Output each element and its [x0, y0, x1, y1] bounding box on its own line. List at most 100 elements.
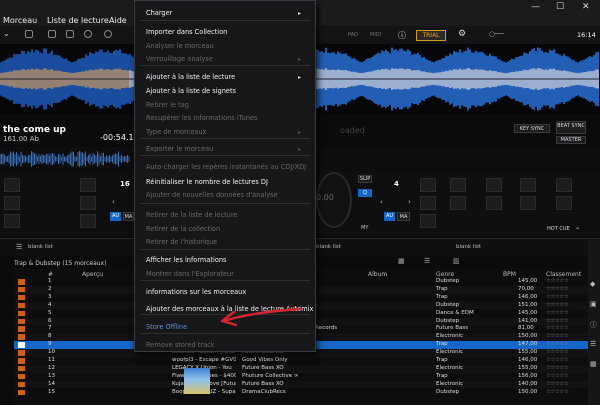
list-view-icon[interactable]: ☰ [424, 257, 430, 265]
pad-button[interactable] [486, 178, 502, 192]
col-album[interactable]: Album [368, 271, 387, 278]
tab-blank-list-3[interactable]: blank list [456, 244, 481, 250]
deck-button-icon[interactable] [66, 30, 74, 38]
pad-button[interactable] [556, 196, 572, 210]
col-genre[interactable]: Genre [436, 271, 454, 278]
info-icon[interactable]: ⓘ [398, 30, 406, 41]
track-type-icon [18, 342, 25, 348]
track-genre: Electronic [436, 364, 464, 371]
pad-button[interactable] [420, 214, 436, 228]
pad-button[interactable] [420, 196, 436, 210]
menu-separator [140, 249, 310, 250]
beat-sync-button[interactable]: BEAT SYNC [556, 121, 586, 134]
col-preview[interactable]: Aperçu [82, 271, 103, 278]
pad-button[interactable] [4, 214, 20, 228]
info-panel-icon[interactable]: ⓘ [590, 320, 597, 330]
chevron-down-icon[interactable]: ⌄ [3, 29, 10, 38]
chevron-right-icon[interactable]: › [408, 198, 411, 206]
menu-item[interactable]: Charger [146, 9, 172, 17]
maximize-button[interactable]: ☐ [556, 2, 564, 12]
pad-button[interactable] [556, 178, 572, 192]
close-button[interactable]: ✕ [582, 2, 590, 12]
menu-item: Type de morceaux [146, 128, 207, 136]
tab-blank-list-1[interactable]: blank list [28, 244, 53, 250]
menu-aide[interactable]: Aide [109, 16, 127, 25]
midi-label[interactable]: MIDI [370, 32, 381, 38]
gear-icon[interactable]: ⚙ [458, 29, 466, 39]
table-row[interactable]: 11 woofpl3 - Escape #GV0 Good Vibes Only Tr… [14, 357, 590, 365]
manual-button[interactable]: MA [123, 212, 134, 221]
submenu-arrow-icon: ▸ [298, 146, 302, 153]
track-bpm: 141,00 [518, 317, 538, 324]
manual-button[interactable]: MA [397, 212, 410, 221]
table-row[interactable]: 14Kujah - The Move [FuturFuture Bass XOE… [14, 380, 590, 389]
col-rating[interactable]: Classement [546, 271, 581, 278]
bag-icon[interactable]: ▣ [590, 300, 597, 308]
track-bpm: 147,00 [518, 341, 538, 348]
pad-button[interactable] [486, 196, 502, 210]
list-panel-icon[interactable]: ☰ [590, 340, 596, 348]
menu-item[interactable]: Afficher les informations [146, 256, 226, 264]
table-row[interactable]: 15Boogie T x GRIZ - SupaDramaClubRecsDub… [14, 388, 590, 397]
track-bpm: 140,00 [518, 380, 538, 387]
hot-cue-selector[interactable]: HOT CUE [547, 226, 570, 232]
track-number: 7 [48, 325, 52, 332]
deck-button-icon[interactable] [48, 30, 56, 38]
menu-item: Auto-charger les repères instantanés au … [146, 163, 307, 171]
pad-button[interactable] [4, 178, 20, 192]
auto-button[interactable]: AU [110, 212, 121, 221]
record-icon[interactable] [84, 30, 92, 38]
column-view-icon[interactable]: ▥ [453, 257, 460, 265]
pad-button[interactable] [450, 196, 466, 210]
menu-item[interactable]: Réinitialiser le nombre de lectures DJ [146, 178, 268, 186]
pad-button[interactable] [80, 196, 96, 210]
chevron-down-icon[interactable]: ⌄ [575, 224, 580, 231]
record-icon[interactable] [104, 30, 112, 38]
tab-blank-list-2[interactable]: blank list [316, 244, 341, 250]
chevron-left-icon[interactable]: ‹ [112, 198, 115, 206]
key-sync-button[interactable]: KEY SYNC [514, 124, 550, 133]
tag-icon[interactable]: ◆ [590, 280, 595, 288]
col-number[interactable]: # [48, 271, 53, 278]
track-genre: Dubstep [436, 301, 460, 308]
deck-button-icon[interactable] [25, 30, 33, 38]
menu-item[interactable]: Store Offline [146, 323, 187, 331]
menu-item[interactable]: Ajouter à la liste de lecture [146, 73, 235, 81]
auto-button[interactable]: AU [384, 212, 395, 221]
pad-button[interactable] [80, 178, 96, 192]
track-type-icon [18, 365, 25, 372]
list-icon[interactable]: ☰ [16, 243, 22, 251]
table-row[interactable]: 12LEGACY X Union - YouFuture Bass XOElec… [14, 364, 590, 373]
table-row[interactable]: 13Flawed Mangoes - $400,Phuture Collecti… [14, 372, 590, 381]
trial-badge[interactable]: TRIAL [416, 30, 446, 41]
master-button[interactable]: MASTER [556, 136, 586, 144]
pad-button[interactable] [520, 196, 536, 210]
grid-panel-icon[interactable]: ▦ [590, 360, 597, 368]
pad-label[interactable]: PAD [348, 32, 358, 38]
minimize-button[interactable]: — [531, 2, 540, 12]
track-artist: DramaClubRecs [242, 388, 286, 395]
slip-button[interactable]: SLIP [358, 175, 372, 183]
chevron-left-icon[interactable]: ‹ [380, 198, 383, 206]
slider-icon[interactable]: ○── [489, 30, 504, 38]
col-bpm[interactable]: BPM [503, 271, 516, 278]
quantize-button[interactable]: Q [358, 189, 372, 197]
pad-button[interactable] [4, 196, 20, 210]
menu-separator [140, 155, 310, 156]
track-number: 2 [48, 285, 52, 292]
context-menu [134, 0, 316, 352]
pad-button[interactable] [520, 178, 536, 192]
menu-item[interactable]: informations sur les morceaux [146, 288, 246, 296]
menu-separator [140, 20, 310, 21]
menu-item[interactable]: Importer dans Collection [146, 28, 227, 36]
pad-button[interactable] [450, 178, 466, 192]
track-type-icon [18, 302, 25, 309]
menu-morceau[interactable]: Morceau [3, 16, 37, 25]
track-type-icon [18, 350, 25, 356]
pad-button[interactable] [420, 178, 436, 192]
pad-button[interactable] [80, 214, 96, 228]
grid-icon[interactable]: ▦ [398, 257, 405, 265]
menu-item[interactable]: Ajouter à la liste de signets [146, 87, 236, 95]
track-artist: Future Bass XO [242, 364, 284, 371]
menu-liste-de-lecture[interactable]: Liste de lecture [47, 16, 109, 25]
